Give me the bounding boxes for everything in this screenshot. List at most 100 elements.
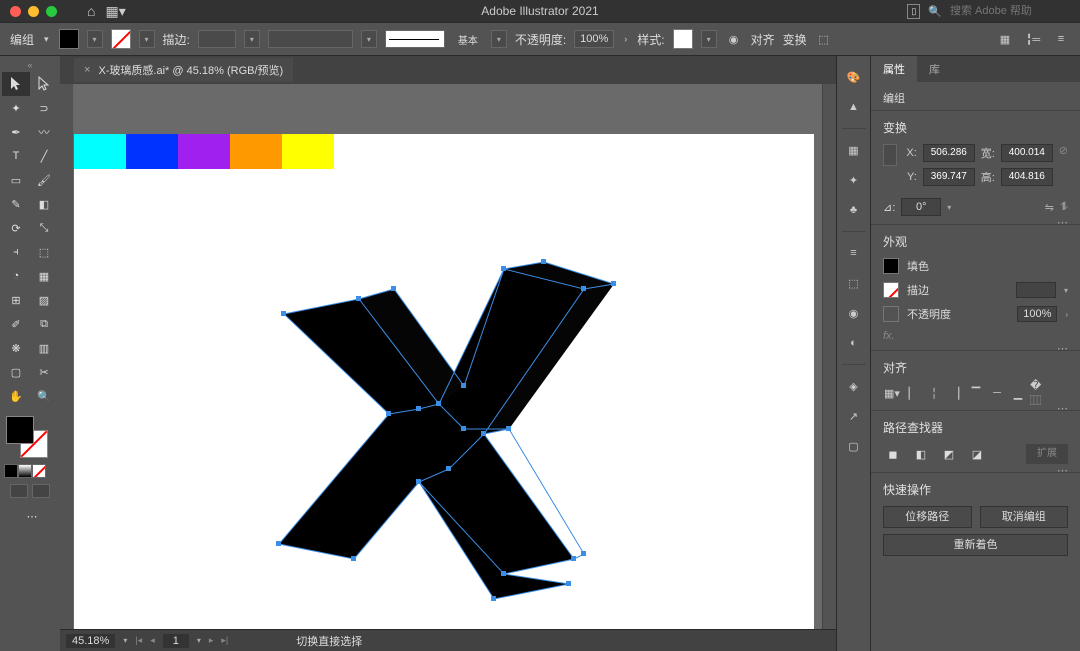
align-left-icon[interactable]: ▏: [904, 384, 922, 402]
gradient-tool[interactable]: ▨: [30, 288, 58, 312]
rotate-tool[interactable]: ⟳: [2, 216, 30, 240]
isolate-icon[interactable]: ⬚: [815, 30, 833, 48]
flip-horizontal-icon[interactable]: ⇋: [1045, 201, 1054, 214]
y-input[interactable]: 369.747: [923, 168, 975, 186]
opacity-field[interactable]: 100%: [1017, 306, 1057, 322]
stroke-weight-chevron[interactable]: ▾: [1064, 286, 1068, 295]
eraser-tool[interactable]: ◧: [30, 192, 58, 216]
curvature-tool[interactable]: 〰: [30, 120, 58, 144]
selection-tool[interactable]: [2, 72, 30, 96]
home-icon[interactable]: ⌂: [87, 3, 95, 19]
appearance-more-icon[interactable]: ⋯: [1057, 342, 1068, 355]
stroke-dropdown[interactable]: ▾: [139, 30, 155, 48]
libraries-tab[interactable]: 库: [917, 56, 952, 82]
direct-selection-tool[interactable]: [30, 72, 58, 96]
align-more-icon[interactable]: ⋯: [1057, 402, 1068, 415]
align-top-icon[interactable]: ▔: [967, 384, 985, 402]
distribute-icon[interactable]: �⿲: [1030, 384, 1048, 402]
flip-vertical-icon[interactable]: ⥮: [1060, 201, 1068, 214]
stroke-weight-input[interactable]: [198, 30, 236, 48]
behind-draw-mode[interactable]: [32, 484, 50, 498]
opacity-chevron[interactable]: ›: [1065, 310, 1068, 319]
reference-point-grid[interactable]: [883, 144, 897, 166]
x-shape-artwork[interactable]: [74, 134, 814, 629]
next-artboard-icon[interactable]: ▸: [209, 635, 214, 646]
zoom-tool[interactable]: 🔍: [30, 384, 58, 408]
essentials-icon[interactable]: ▦: [996, 30, 1014, 48]
mesh-tool[interactable]: ⊞: [2, 288, 30, 312]
canvas[interactable]: [74, 84, 836, 629]
fill-color-swatch[interactable]: [883, 258, 899, 274]
artboard[interactable]: [74, 134, 814, 629]
shaper-tool[interactable]: ✎: [2, 192, 30, 216]
type-tool[interactable]: T: [2, 144, 30, 168]
align-bottom-icon[interactable]: ▁: [1009, 384, 1027, 402]
layers-panel-icon[interactable]: ◈: [841, 373, 867, 399]
none-mode[interactable]: [32, 464, 46, 478]
align-to-dropdown[interactable]: ▦▾: [883, 384, 901, 402]
close-tab-icon[interactable]: ×: [84, 64, 90, 76]
perspective-tool[interactable]: ▦: [30, 264, 58, 288]
normal-draw-mode[interactable]: [10, 484, 28, 498]
chevron-down-icon[interactable]: ▾: [42, 32, 51, 47]
fill-dropdown[interactable]: ▾: [87, 30, 103, 48]
graph-tool[interactable]: ▥: [30, 336, 58, 360]
align-right-icon[interactable]: ▕: [946, 384, 964, 402]
slice-tool[interactable]: ✂: [30, 360, 58, 384]
pathfinder-intersect-icon[interactable]: ◩: [939, 444, 959, 464]
x-input[interactable]: 506.286: [923, 144, 975, 162]
artboard-dropdown[interactable]: ▾: [197, 636, 201, 645]
properties-tab[interactable]: 属性: [871, 56, 917, 82]
fill-well[interactable]: [6, 416, 34, 444]
close-window-button[interactable]: [10, 6, 21, 17]
constrain-proportions-icon[interactable]: ⊘: [1059, 144, 1068, 157]
pathfinder-minus-icon[interactable]: ◧: [911, 444, 931, 464]
transparency-panel-icon[interactable]: ◉: [841, 300, 867, 326]
stroke-swatch[interactable]: [111, 29, 131, 49]
opacity-swatch[interactable]: [883, 306, 899, 322]
help-search-input[interactable]: [950, 5, 1070, 17]
toolbox-collapse[interactable]: «: [2, 60, 58, 70]
asset-export-icon[interactable]: ↗: [841, 403, 867, 429]
appearance-panel-icon[interactable]: ◐: [841, 330, 867, 356]
menu-dots-icon[interactable]: ≡: [1052, 30, 1070, 48]
stroke-profile[interactable]: [268, 30, 353, 48]
fill-swatch[interactable]: [59, 29, 79, 49]
swatches-panel-icon[interactable]: ▲: [841, 94, 867, 120]
height-input[interactable]: 404.816: [1001, 168, 1053, 186]
pathfinder-exclude-icon[interactable]: ◪: [967, 444, 987, 464]
line-tool[interactable]: ╱: [30, 144, 58, 168]
opacity-chevron[interactable]: ›: [622, 32, 629, 46]
maximize-window-button[interactable]: [46, 6, 57, 17]
color-panel-icon[interactable]: 🎨: [841, 64, 867, 90]
workspace-icon[interactable]: ▯: [907, 4, 920, 19]
rotation-dropdown[interactable]: ▾: [947, 203, 951, 212]
ungroup-button[interactable]: 取消编组: [980, 506, 1069, 528]
align-link[interactable]: 对齐: [751, 31, 775, 48]
zoom-level[interactable]: 45.18%: [66, 634, 115, 648]
stroke-color-swatch[interactable]: [883, 282, 899, 298]
stroke-weight-field[interactable]: [1016, 282, 1056, 298]
magic-wand-tool[interactable]: ✦: [2, 96, 30, 120]
offset-path-button[interactable]: 位移路径: [883, 506, 972, 528]
blend-tool[interactable]: ⧉: [30, 312, 58, 336]
pen-tool[interactable]: ✒: [2, 120, 30, 144]
align-panel-icon[interactable]: ≡: [841, 240, 867, 266]
artboard-tool[interactable]: ▢: [2, 360, 30, 384]
last-artboard-icon[interactable]: ▸|: [221, 635, 228, 646]
color-mode[interactable]: [4, 464, 18, 478]
shape-builder-tool[interactable]: ◔: [2, 264, 30, 288]
transform-link[interactable]: 变换: [783, 31, 807, 48]
recolor-button[interactable]: 重新着色: [883, 534, 1068, 556]
scrollbar-vertical[interactable]: [822, 84, 836, 629]
minimize-window-button[interactable]: [28, 6, 39, 17]
artboards-panel-icon[interactable]: ▢: [841, 433, 867, 459]
width-tool[interactable]: ⫞: [2, 240, 30, 264]
stroke-weight-dropdown[interactable]: ▾: [244, 30, 260, 48]
symbols-panel-icon[interactable]: ✦: [841, 167, 867, 193]
fx-label[interactable]: fx.: [883, 330, 1068, 342]
width-input[interactable]: 400.014: [1001, 144, 1053, 162]
pathfinder-more-icon[interactable]: ⋯: [1057, 464, 1068, 477]
pref-icon[interactable]: ╏═: [1024, 30, 1042, 48]
stroke-profile-dropdown[interactable]: ▾: [361, 30, 377, 48]
